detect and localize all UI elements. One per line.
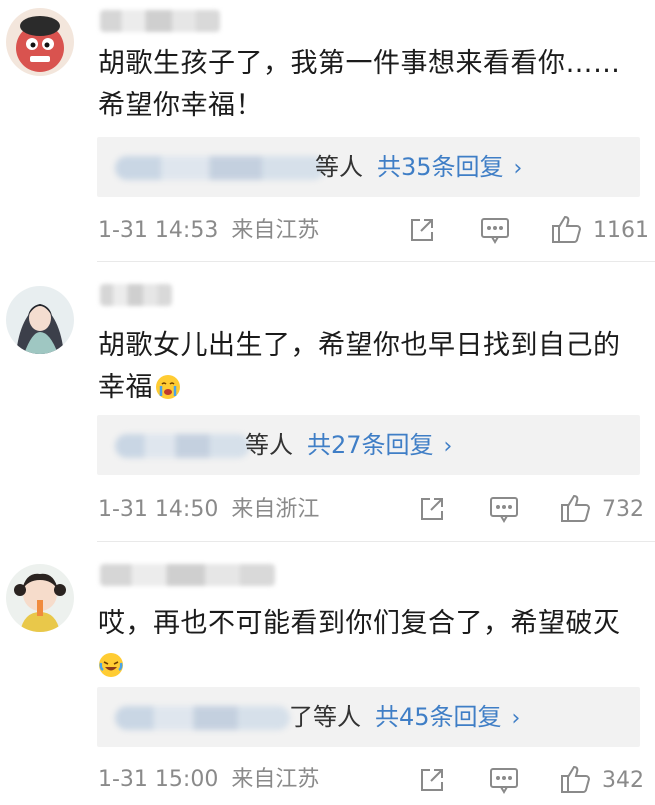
comment-meta: 1-31 15:00 来自江苏 (98, 765, 319, 795)
thumbs-up-icon[interactable] (551, 214, 583, 244)
like-count: 732 (602, 497, 644, 522)
reply-preview[interactable]: 了等人 共45条回复 › (97, 687, 640, 747)
comment-icon[interactable] (489, 766, 519, 794)
avatar[interactable] (6, 286, 74, 354)
avatar[interactable] (6, 8, 74, 76)
chevron-right-icon: › (513, 156, 523, 181)
reply-count-link[interactable]: 共45条回复 (375, 703, 502, 731)
avatar[interactable] (6, 564, 74, 632)
username-blurred[interactable] (100, 284, 172, 306)
like-count: 1161 (593, 218, 649, 243)
username-blurred[interactable] (100, 564, 275, 586)
comment-time: 1-31 14:50 (98, 497, 219, 522)
reply-summary: 了等人 共45条回复 › (289, 703, 521, 731)
comment-item: 胡歌女儿出生了，希望你也早日找到自己的 幸福 等人 共27条回复 › 1-31 14… (0, 262, 655, 542)
comment-source: 来自浙江 (231, 497, 320, 522)
reply-count-link[interactable]: 共35条回复 (377, 153, 504, 181)
share-icon[interactable] (418, 766, 446, 794)
laughing-tears-emoji (99, 653, 123, 677)
like-count: 342 (602, 768, 644, 793)
share-icon[interactable] (408, 216, 436, 244)
comment-text: 哎，再也不可能看到你们复合了，希望破灭 (98, 603, 646, 687)
comment-text: 胡歌生孩子了，我第一件事想来看看你…… 希望你幸福！ (98, 48, 621, 121)
comment-time: 1-31 15:00 (98, 767, 219, 792)
reply-names-blurred (115, 706, 290, 730)
username-blurred[interactable] (100, 10, 220, 32)
comment-meta: 1-31 14:53 来自江苏 (98, 216, 319, 246)
chevron-right-icon: › (443, 434, 453, 459)
comment-text: 胡歌女儿出生了，希望你也早日找到自己的 幸福 (98, 330, 621, 403)
comment-source: 来自江苏 (231, 767, 320, 792)
comment-item: 胡歌生孩子了，我第一件事想来看看你…… 希望你幸福！ 等人 共35条回复 › 1-3… (0, 0, 655, 262)
share-icon[interactable] (418, 495, 446, 523)
reply-summary: 等人 共27条回复 › (245, 431, 453, 459)
comment-source: 来自江苏 (231, 218, 320, 243)
reply-count-link[interactable]: 共27条回复 (307, 431, 434, 459)
comment-time: 1-31 14:53 (98, 218, 219, 243)
reply-preview[interactable]: 等人 共35条回复 › (97, 137, 640, 197)
thumbs-up-icon[interactable] (560, 493, 592, 523)
comment-meta: 1-31 14:50 来自浙江 (98, 495, 319, 525)
comment-item: 哎，再也不可能看到你们复合了，希望破灭 了等人 共45条回复 › 1-31 15:0… (0, 542, 655, 805)
crying-face-emoji (156, 375, 180, 399)
comment-icon[interactable] (480, 216, 510, 244)
reply-preview[interactable]: 等人 共27条回复 › (97, 415, 640, 475)
comment-icon[interactable] (489, 495, 519, 523)
thumbs-up-icon[interactable] (560, 764, 592, 794)
reply-summary: 等人 共35条回复 › (315, 153, 523, 181)
reply-names-blurred (115, 156, 325, 180)
reply-names-blurred (115, 434, 250, 458)
chevron-right-icon: › (511, 706, 521, 731)
